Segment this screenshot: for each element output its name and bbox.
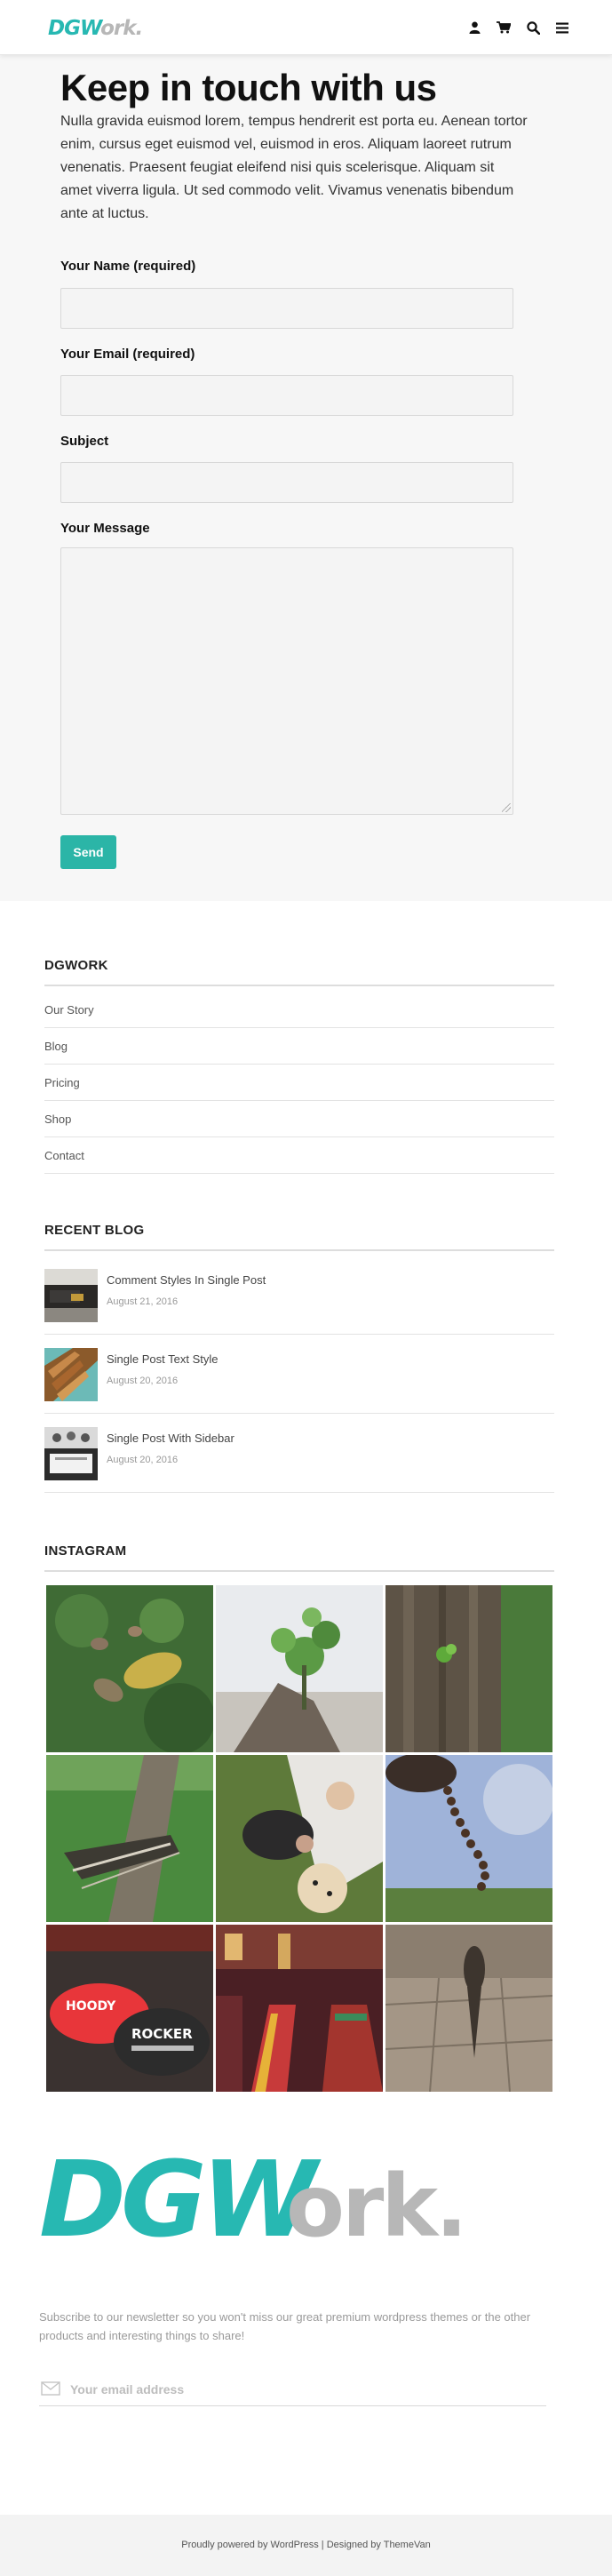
blog-post-item[interactable]: Comment Styles In Single Post August 21,… xyxy=(44,1256,554,1335)
newsletter-footer: DGW ork. Subscribe to our newsletter so … xyxy=(0,2115,612,2515)
instagram-photo[interactable] xyxy=(216,1925,383,2092)
name-label: Your Name (required) xyxy=(60,259,196,274)
instagram-photo[interactable] xyxy=(46,1755,213,1922)
widget-divider xyxy=(44,985,554,986)
logo-dgw-text: DGW xyxy=(48,17,101,40)
footer-logo[interactable]: DGW ork. xyxy=(39,2147,501,2246)
logo-ork-text: ork. xyxy=(100,17,143,40)
envelope-icon xyxy=(41,2381,60,2396)
email-field[interactable] xyxy=(60,375,513,416)
footer-link-blog[interactable]: Blog xyxy=(44,1028,554,1065)
post-title[interactable]: Single Post Text Style xyxy=(107,1352,219,1366)
message-label: Your Message xyxy=(60,521,150,536)
page-title: Keep in touch with us xyxy=(60,67,437,108)
footer-logo-dgw: DGW xyxy=(39,2147,322,2246)
footer-link-pricing[interactable]: Pricing xyxy=(44,1065,554,1101)
instagram-photo[interactable] xyxy=(385,1925,552,2092)
post-title[interactable]: Single Post With Sidebar xyxy=(107,1432,234,1445)
svg-text:ROCKER: ROCKER xyxy=(131,2026,193,2042)
send-button[interactable]: Send xyxy=(60,835,116,869)
recent-blog-title: RECENT BLOG xyxy=(44,1223,145,1238)
dgwork-widget-title: DGWORK xyxy=(44,958,108,973)
newsletter-form xyxy=(39,2375,546,2406)
newsletter-email-input[interactable] xyxy=(70,2379,514,2400)
svg-text:HOODY: HOODY xyxy=(66,1999,116,2014)
post-thumbnail[interactable] xyxy=(44,1348,98,1401)
post-title[interactable]: Comment Styles In Single Post xyxy=(107,1273,266,1287)
site-header: DGWork. xyxy=(0,0,612,55)
post-thumbnail[interactable] xyxy=(44,1427,98,1480)
contact-intro: Nulla gravida euismod lorem, tempus hend… xyxy=(60,114,528,221)
cart-icon[interactable] xyxy=(495,20,513,36)
widget-divider xyxy=(44,1570,554,1572)
instagram-title: INSTAGRAM xyxy=(44,1543,127,1559)
resize-handle[interactable] xyxy=(502,803,511,812)
footer-credits: Proudly powered by WordPress | Designed … xyxy=(0,2515,612,2576)
header-icons xyxy=(465,20,571,36)
instagram-photo[interactable]: HOODY ROCKER xyxy=(46,1925,213,2092)
newsletter-text: Subscribe to our newsletter so you won't… xyxy=(39,2310,531,2342)
name-field[interactable] xyxy=(60,288,513,329)
search-icon[interactable] xyxy=(524,20,542,36)
instagram-grid: HOODY ROCKER xyxy=(46,1585,552,2093)
message-textarea[interactable] xyxy=(60,547,513,815)
post-thumbnail[interactable] xyxy=(44,1269,98,1322)
instagram-photo[interactable] xyxy=(216,1585,383,1752)
contact-section: Keep in touch with us Nulla gravida euis… xyxy=(0,55,612,901)
instagram-photo[interactable] xyxy=(385,1755,552,1922)
post-date: August 20, 2016 xyxy=(107,1455,179,1465)
footer-logo-ork: ork. xyxy=(286,2157,465,2246)
instagram-photo[interactable] xyxy=(216,1755,383,1922)
subject-label: Subject xyxy=(60,434,109,449)
post-date: August 20, 2016 xyxy=(107,1376,179,1386)
subject-field[interactable] xyxy=(60,462,513,503)
blog-post-item[interactable]: Single Post With Sidebar August 20, 2016 xyxy=(44,1414,554,1493)
instagram-photo[interactable] xyxy=(46,1585,213,1752)
email-label: Your Email (required) xyxy=(60,347,195,362)
post-date: August 21, 2016 xyxy=(107,1296,179,1307)
instagram-photo[interactable] xyxy=(385,1585,552,1752)
widget-divider xyxy=(44,1249,554,1251)
blog-post-item[interactable]: Single Post Text Style August 20, 2016 xyxy=(44,1335,554,1414)
footer-link-contact[interactable]: Contact xyxy=(44,1137,554,1174)
footer-link-shop[interactable]: Shop xyxy=(44,1101,554,1137)
site-logo[interactable]: DGWork. xyxy=(48,17,143,40)
menu-icon[interactable] xyxy=(553,20,571,36)
user-icon[interactable] xyxy=(465,20,483,36)
footer-link-our-story[interactable]: Our Story xyxy=(44,992,554,1028)
